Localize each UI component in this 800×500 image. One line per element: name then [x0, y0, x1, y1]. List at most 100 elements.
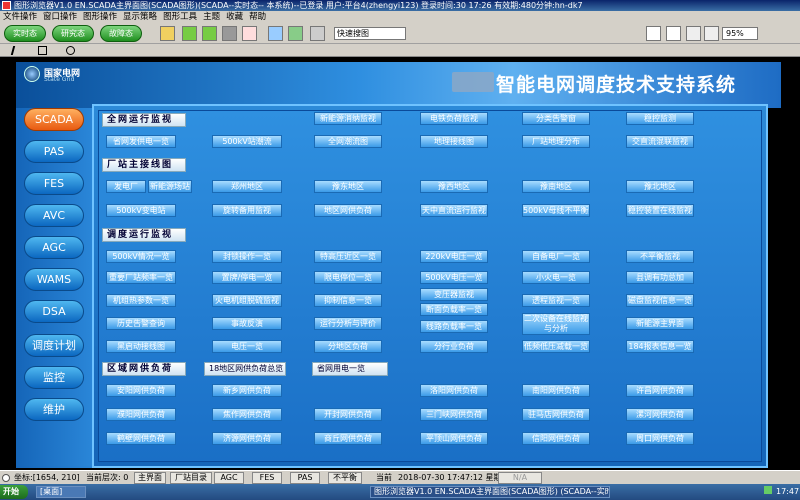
status-fes-button[interactable]: FES: [252, 472, 282, 484]
menu-favorites[interactable]: 收藏: [223, 11, 246, 23]
pointer-icon[interactable]: [10, 46, 23, 55]
home-icon[interactable]: [242, 26, 257, 41]
btn-ops-5-3[interactable]: 透程监视一览: [522, 294, 590, 307]
realtime-mode-button[interactable]: 实时态: [4, 25, 46, 42]
print-icon[interactable]: [268, 26, 283, 41]
fault-mode-button[interactable]: 故障态: [100, 25, 142, 42]
btn-area-supply[interactable]: 地区网供负荷: [314, 204, 382, 217]
btn-500kv-substation[interactable]: 500kV变电站: [106, 204, 176, 217]
select-icon[interactable]: [38, 46, 47, 55]
menu-tools[interactable]: 图形工具: [160, 11, 200, 23]
btn-region-2-2[interactable]: 焦作网供负荷: [212, 408, 282, 421]
status-main-button[interactable]: 主界面: [134, 472, 166, 484]
zoom-in-icon[interactable]: [646, 26, 661, 41]
btn-ops-4-5[interactable]: 线路负载率一览: [420, 320, 488, 333]
btn-yunan[interactable]: 豫南地区: [522, 180, 590, 193]
taskbar-desktop[interactable]: [桌面]: [36, 486, 86, 498]
btn-ops-5-1[interactable]: 自备电厂一览: [522, 250, 590, 263]
btn-geo-wiring[interactable]: 地理接线图: [420, 135, 488, 148]
btn-tianzhong-dc[interactable]: 天中直流运行监视: [420, 204, 488, 217]
menu-theme[interactable]: 主题: [200, 11, 223, 23]
btn-ops-4-1[interactable]: 220kV电压一览: [420, 250, 488, 263]
btn-ops-3-1[interactable]: 特高压近区一览: [314, 250, 382, 263]
nav-pas[interactable]: PAS: [24, 140, 84, 163]
btn-ops-4-3[interactable]: 变压器监视: [420, 288, 488, 301]
forward-arrow-icon[interactable]: [202, 26, 217, 41]
btn-yudong[interactable]: 豫东地区: [314, 180, 382, 193]
nav-wams[interactable]: WAMS: [24, 268, 84, 291]
open-folder-icon[interactable]: [160, 26, 175, 41]
btn-ops-1-5[interactable]: 黑启动接线图: [106, 340, 176, 353]
btn-ops-2-4[interactable]: 事故反演: [212, 317, 282, 330]
btn-ops-5-5[interactable]: 低频低压减载一览: [522, 340, 590, 353]
taskbar-graph-browser[interactable]: 图形浏览器V1.0 EN.SCADA主界面图(SCADA图形) (SCADA--…: [370, 486, 610, 498]
pan-hand-icon[interactable]: [686, 26, 701, 41]
btn-yuxi[interactable]: 豫西地区: [420, 180, 488, 193]
btn-alarm-window[interactable]: 分类告警窗: [522, 112, 590, 125]
btn-region-3-4[interactable]: 平顶山网供负荷: [420, 432, 488, 445]
nav-monitor[interactable]: 监控: [24, 366, 84, 389]
btn-500kv-flow[interactable]: 500kV站潮流: [212, 135, 282, 148]
btn-ops-1-3[interactable]: 机组热参数一览: [106, 294, 176, 307]
btn-ops-3-2[interactable]: 限电停位一览: [314, 271, 382, 284]
btn-ops-5-4[interactable]: 二次设备在线监视与分析: [522, 313, 590, 335]
btn-stability-device[interactable]: 稳控装置在线监视: [626, 204, 694, 217]
menu-file[interactable]: 文件操作: [0, 11, 40, 23]
btn-province-consumption[interactable]: 省网用电一览: [312, 362, 388, 376]
btn-region-3-2[interactable]: 济源网供负荷: [212, 432, 282, 445]
menu-display[interactable]: 显示策略: [120, 11, 160, 23]
image-icon[interactable]: [288, 26, 303, 41]
btn-region-3-6[interactable]: 周口网供负荷: [626, 432, 694, 445]
btn-power-plant[interactable]: 发电厂: [106, 180, 146, 193]
btn-grid-flow[interactable]: 全网潮流图: [314, 135, 382, 148]
back-arrow-icon[interactable]: [182, 26, 197, 41]
btn-ops-2-5[interactable]: 电压一览: [212, 340, 282, 353]
btn-ops-3-5[interactable]: 分地区负荷: [314, 340, 382, 353]
nav-dispatch-plan[interactable]: 调度计划: [24, 334, 84, 357]
nav-agc[interactable]: AGC: [24, 236, 84, 259]
nav-maintenance[interactable]: 维护: [24, 398, 84, 421]
btn-station-geo[interactable]: 厂站地理分布: [522, 135, 590, 148]
btn-region-2-3[interactable]: 开封网供负荷: [314, 408, 382, 421]
btn-18-region-overview[interactable]: 18地区网供负荷总览: [204, 362, 286, 376]
btn-ops-2-1[interactable]: 封锁操作一览: [212, 250, 282, 263]
btn-ops-6-5[interactable]: 184报表信息一览: [626, 340, 694, 353]
btn-ops-4-4[interactable]: 断面负载率一览: [420, 303, 488, 316]
btn-region-3-3[interactable]: 商丘网供负荷: [314, 432, 382, 445]
btn-ops-1-4[interactable]: 历史告警查询: [106, 317, 176, 330]
btn-region-3-1[interactable]: 鹤壁网供负荷: [106, 432, 176, 445]
btn-region-2-5[interactable]: 驻马店网供负荷: [522, 408, 590, 421]
btn-region-1-2[interactable]: 新乡网供负荷: [212, 384, 282, 397]
btn-ops-6-2[interactable]: 县调有功总加: [626, 271, 694, 284]
btn-ops-5-2[interactable]: 小火电一览: [522, 271, 590, 284]
btn-region-2-4[interactable]: 三门峡网供负荷: [420, 408, 488, 421]
refresh-icon[interactable]: [222, 26, 237, 41]
btn-rail-load[interactable]: 电铁负荷监视: [420, 112, 488, 125]
menu-graphic[interactable]: 图形操作: [80, 11, 120, 23]
btn-ops-6-4[interactable]: 新能源主界面: [626, 317, 694, 330]
status-station-dir-button[interactable]: 厂站目录: [170, 472, 212, 484]
start-button[interactable]: 开始: [0, 485, 28, 499]
zoom-out-icon[interactable]: [666, 26, 681, 41]
btn-spinning-reserve[interactable]: 旋转备用监视: [212, 204, 282, 217]
btn-region-1-4[interactable]: 洛阳网供负荷: [420, 384, 488, 397]
magnifier-icon[interactable]: [704, 26, 719, 41]
btn-ops-6-1[interactable]: 不平衡监视: [626, 250, 694, 263]
nav-fes[interactable]: FES: [24, 172, 84, 195]
btn-zhengzhou[interactable]: 郑州地区: [212, 180, 282, 193]
btn-region-1-5[interactable]: 南阳网供负荷: [522, 384, 590, 397]
stop-icon[interactable]: [66, 46, 75, 55]
study-mode-button[interactable]: 研究态: [52, 25, 94, 42]
btn-province-gen[interactable]: 省网发供电一览: [106, 135, 176, 148]
nav-scada[interactable]: SCADA: [24, 108, 84, 131]
btn-region-2-1[interactable]: 濮阳网供负荷: [106, 408, 176, 421]
monitor-icon[interactable]: [310, 26, 325, 41]
nav-dsa[interactable]: DSA: [24, 300, 84, 323]
status-pas-button[interactable]: PAS: [290, 472, 320, 484]
btn-ops-4-2[interactable]: 500kV电压一览: [420, 271, 488, 284]
menu-help[interactable]: 帮助: [246, 11, 269, 23]
btn-new-energy[interactable]: 新能源消纳监视: [314, 112, 382, 125]
menu-window[interactable]: 窗口操作: [40, 11, 80, 23]
btn-bus-unbalance[interactable]: 500kV母线不平衡量: [522, 204, 590, 217]
btn-ops-3-3[interactable]: 抑制信息一览: [314, 294, 382, 307]
